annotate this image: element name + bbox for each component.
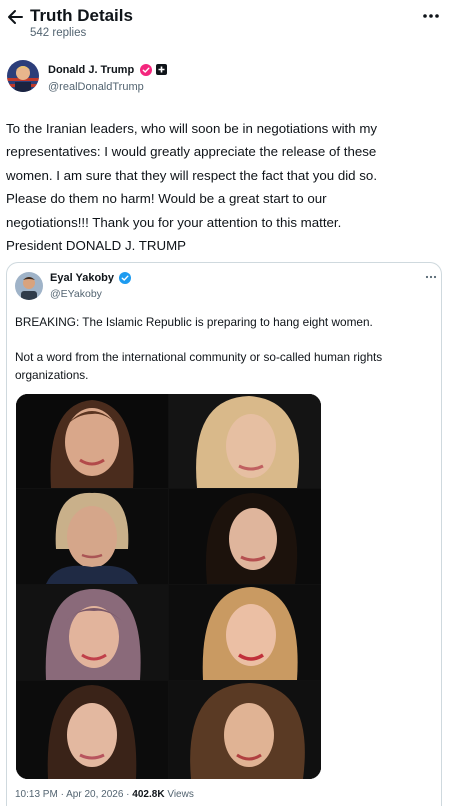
post-metadata: 10:13 PM · Apr 20, 2026 · 402.8K Views [15, 789, 194, 800]
post-line: negotiations!!! Thank you for your atten… [6, 214, 342, 230]
post-line: Please do them no harm! Would be a great… [6, 191, 327, 207]
photo-grid[interactable] [16, 394, 321, 779]
portrait-photo[interactable] [169, 585, 321, 680]
post-line: President DONALD J. TRUMP [6, 238, 187, 254]
verified-badge-icon [119, 272, 131, 284]
plus-badge-icon [156, 64, 167, 75]
views-label: Views [164, 789, 194, 800]
portrait-photo[interactable] [16, 585, 168, 680]
post-line: representatives: I would greatly appreci… [6, 144, 377, 160]
post-line: To the Iranian leaders, who will soon be… [6, 121, 378, 136]
page-title: Truth Details [30, 6, 133, 25]
post-timestamp: 10:13 PM · Apr 20, 2026 · [15, 789, 133, 800]
author-name[interactable]: Donald J. Trump [48, 64, 134, 76]
post-text: To the Iranian leaders, who will soon be… [6, 117, 446, 257]
portrait-photo[interactable] [16, 681, 168, 779]
more-options-icon[interactable] [424, 270, 438, 284]
avatar[interactable] [7, 60, 39, 92]
replies-count: 542 replies [30, 27, 87, 39]
author-handle[interactable]: @realDonaldTrump [48, 81, 144, 93]
quoted-text-headline: BREAKING: The Islamic Republic is prepar… [15, 315, 373, 329]
views-count: 402.8K [132, 789, 165, 800]
portrait-photo[interactable] [169, 489, 321, 584]
portrait-photo[interactable] [169, 681, 321, 779]
more-options-icon[interactable] [420, 6, 442, 26]
back-arrow-icon[interactable] [6, 7, 26, 27]
quoted-author-name[interactable]: Eyal Yakoby [50, 272, 114, 284]
portrait-photo[interactable] [16, 394, 168, 488]
post-line: women. I am sure that they will respect … [6, 167, 378, 183]
quoted-text-body: Not a word from the international commun… [15, 350, 383, 382]
portrait-photo[interactable] [169, 394, 321, 488]
portrait-photo[interactable] [16, 489, 168, 584]
quoted-author-handle[interactable]: @EYakoby [50, 288, 102, 300]
quoted-avatar[interactable] [15, 272, 43, 300]
verified-badge-icon [140, 64, 152, 76]
